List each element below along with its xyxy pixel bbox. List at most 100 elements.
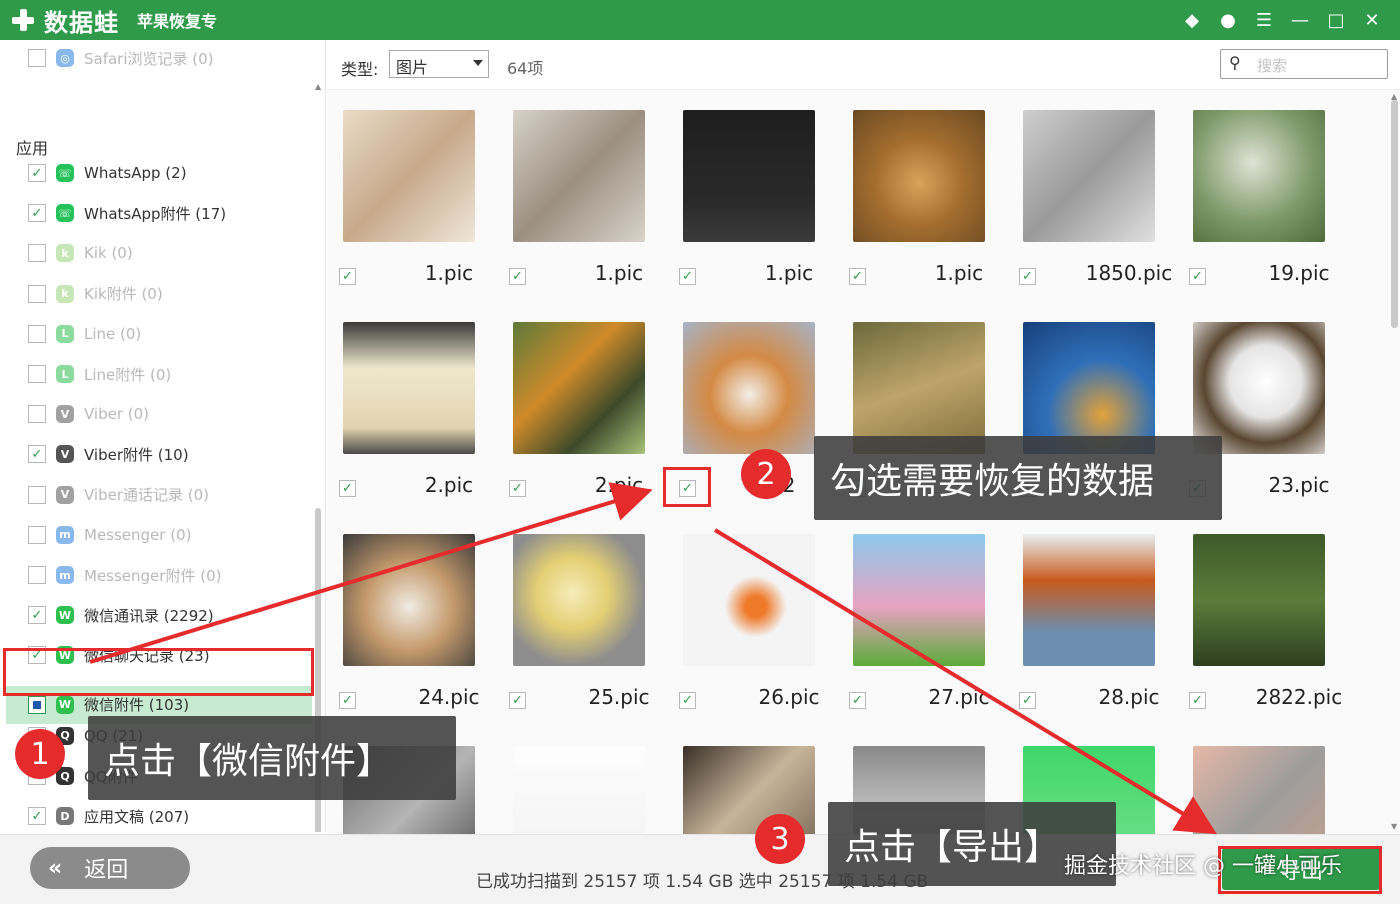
sidebar-checkbox[interactable] bbox=[28, 445, 46, 464]
chevron-down-icon bbox=[473, 60, 483, 66]
photo-caption: 27.pic bbox=[849, 685, 1019, 713]
sidebar-item[interactable]: k Kik附件 (0) bbox=[28, 282, 163, 306]
back-button[interactable]: « 返回 bbox=[30, 847, 190, 889]
sidebar-checkbox[interactable] bbox=[28, 204, 46, 223]
photo-thumbnail[interactable] bbox=[853, 322, 985, 454]
photo-thumbnail[interactable] bbox=[343, 322, 475, 454]
photo-checkbox[interactable] bbox=[1189, 691, 1206, 709]
app-docs-icon: D bbox=[56, 807, 74, 826]
maximize-icon[interactable]: □ bbox=[1318, 10, 1354, 31]
photo-thumbnail[interactable] bbox=[513, 110, 645, 242]
chat-icon[interactable]: ● bbox=[1210, 10, 1246, 31]
photo-checkbox[interactable] bbox=[339, 267, 356, 285]
step2-text: 勾选需要恢复的数据 bbox=[830, 461, 1155, 502]
photo-checkbox[interactable] bbox=[1189, 267, 1206, 285]
sidebar-item[interactable]: L Line附件 (0) bbox=[28, 362, 171, 386]
diamond-icon[interactable]: ◆ bbox=[1174, 10, 1210, 31]
photo-checkbox[interactable] bbox=[849, 267, 866, 285]
photo-thumbnail[interactable] bbox=[513, 746, 645, 834]
sidebar-checkbox[interactable] bbox=[28, 525, 46, 544]
sidebar-checkbox[interactable] bbox=[28, 49, 46, 67]
photo-checkbox[interactable] bbox=[339, 691, 356, 709]
sidebar-item[interactable]: m Messenger (0) bbox=[28, 523, 191, 547]
sidebar-checkbox[interactable] bbox=[28, 566, 46, 584]
photo-checkbox[interactable] bbox=[509, 691, 526, 709]
brand-name: 数据蛙 bbox=[44, 8, 119, 37]
sidebar-checkbox[interactable] bbox=[28, 365, 46, 383]
menu-icon[interactable]: ☰ bbox=[1246, 10, 1282, 31]
photo-thumbnail[interactable] bbox=[853, 534, 985, 666]
sidebar-item[interactable]: D 应用文稿 (207) bbox=[28, 804, 189, 828]
photo-thumbnail[interactable] bbox=[1193, 110, 1325, 242]
sidebar-checkbox[interactable] bbox=[28, 606, 46, 625]
sidebar-checkbox[interactable] bbox=[28, 807, 46, 826]
photo-thumbnail[interactable] bbox=[683, 534, 815, 666]
search-placeholder: 搜索 bbox=[1257, 57, 1288, 75]
sidebar-item[interactable]: ☏ WhatsApp附件 (17) bbox=[28, 201, 226, 225]
sidebar-item-label: 微信通讯录 (2292) bbox=[84, 606, 214, 625]
back-label: 返回 bbox=[84, 858, 129, 883]
photo-thumbnail[interactable] bbox=[1023, 110, 1155, 242]
search-input[interactable]: ⚲ 搜索 bbox=[1220, 49, 1388, 79]
sidebar-item[interactable]: V Viber通话记录 (0) bbox=[28, 483, 209, 507]
grid-scrollbar[interactable] bbox=[1391, 100, 1398, 328]
photo-checkbox[interactable] bbox=[339, 479, 356, 497]
photo-thumbnail[interactable] bbox=[1023, 322, 1155, 454]
photo-checkbox[interactable] bbox=[509, 479, 526, 497]
step3-text: 点击【导出】 bbox=[844, 827, 1061, 868]
sidebar-item[interactable]: ☏ WhatsApp (2) bbox=[28, 161, 187, 185]
sidebar-item-safari-history[interactable]: ◎ Safari浏览记录 (0) bbox=[28, 46, 214, 70]
photo-thumbnail[interactable] bbox=[1193, 322, 1325, 454]
scroll-up-icon[interactable]: ▲ bbox=[315, 82, 321, 91]
whatsapp-icon: ☏ bbox=[56, 164, 74, 182]
sidebar-checkbox[interactable] bbox=[28, 485, 46, 504]
photo-thumbnail[interactable] bbox=[1193, 534, 1325, 666]
photo-thumbnail[interactable] bbox=[1193, 746, 1325, 834]
sidebar-checkbox[interactable] bbox=[28, 164, 46, 182]
grid-scroll-down-icon[interactable]: ▼ bbox=[1391, 822, 1397, 831]
photo-filename: 2.pic bbox=[424, 473, 474, 497]
photo-filename: 19.pic bbox=[1268, 261, 1330, 285]
photo-thumbnail[interactable] bbox=[513, 322, 645, 454]
photo-thumbnail[interactable] bbox=[1023, 534, 1155, 666]
sidebar-checkbox[interactable] bbox=[28, 284, 46, 303]
close-icon[interactable]: ✕ bbox=[1354, 10, 1390, 31]
photo-thumbnail[interactable] bbox=[343, 110, 475, 242]
sidebar-item[interactable]: W 微信通讯录 (2292) bbox=[28, 603, 214, 627]
step1-badge: 1 bbox=[15, 729, 65, 779]
photo-thumbnail[interactable] bbox=[683, 322, 815, 454]
photo-caption: 2.pic bbox=[339, 473, 509, 501]
photo-filename: 1.pic bbox=[424, 261, 474, 285]
sidebar-item[interactable]: V Viber附件 (10) bbox=[28, 442, 189, 466]
photo-checkbox[interactable] bbox=[1019, 691, 1036, 709]
sidebar-item-label: 微信附件 (103) bbox=[84, 696, 190, 715]
messenger-icon: m bbox=[56, 525, 74, 544]
type-filter-value: 图片 bbox=[396, 58, 429, 77]
sidebar-checkbox[interactable] bbox=[28, 244, 46, 263]
minimize-icon[interactable]: — bbox=[1282, 10, 1318, 31]
photo-caption: 2.pic bbox=[509, 473, 679, 501]
photo-checkbox[interactable] bbox=[509, 267, 526, 285]
photo-checkbox[interactable] bbox=[849, 691, 866, 709]
photo-filename: 25.pic bbox=[588, 685, 650, 709]
photo-thumbnail[interactable] bbox=[343, 534, 475, 666]
photo-checkbox[interactable] bbox=[679, 691, 696, 709]
photo-caption: 28.pic bbox=[1019, 685, 1189, 713]
photo-caption: 26.pic bbox=[679, 685, 849, 713]
photo-thumbnail[interactable] bbox=[853, 110, 985, 242]
sidebar-item[interactable]: L Line (0) bbox=[28, 322, 141, 346]
photo-checkbox[interactable] bbox=[1019, 267, 1036, 285]
type-filter-select[interactable]: 图片 bbox=[389, 50, 489, 78]
sidebar-item[interactable]: m Messenger附件 (0) bbox=[28, 563, 221, 587]
photo-thumbnail[interactable] bbox=[513, 534, 645, 666]
kik-icon: k bbox=[56, 244, 74, 263]
sidebar-item-label: WhatsApp附件 (17) bbox=[84, 204, 227, 223]
sidebar-checkbox[interactable] bbox=[28, 695, 46, 714]
sidebar-checkbox[interactable] bbox=[28, 405, 46, 424]
sidebar-item[interactable]: k Kik (0) bbox=[28, 241, 133, 265]
sidebar-checkbox[interactable] bbox=[28, 324, 46, 343]
photo-checkbox[interactable] bbox=[679, 267, 696, 285]
photo-thumbnail[interactable] bbox=[683, 110, 815, 242]
sidebar-item[interactable]: V Viber (0) bbox=[28, 402, 149, 426]
title-bar: 数据蛙 苹果恢复专 ◆ ● ☰ — □ ✕ bbox=[0, 0, 1400, 40]
